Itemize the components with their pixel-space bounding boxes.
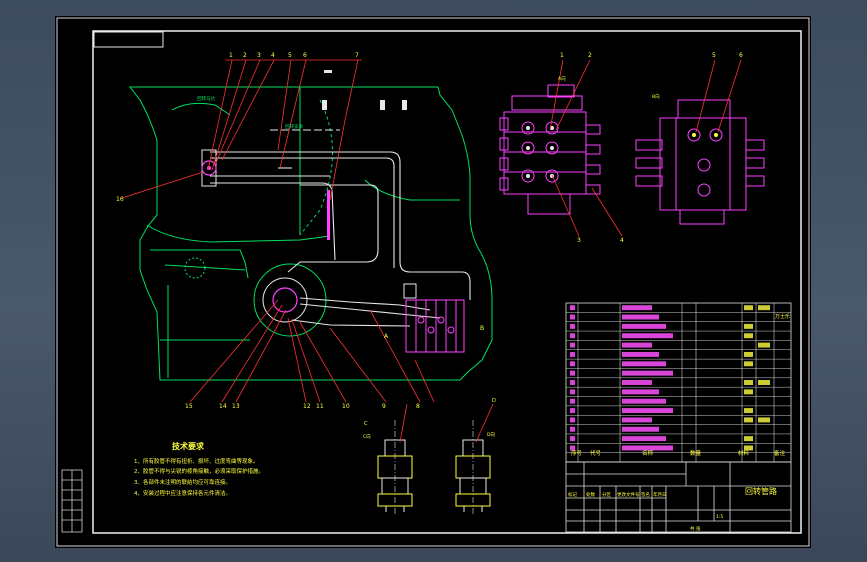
callout-number: 2 <box>243 52 247 59</box>
view-label: A向 <box>558 75 566 82</box>
callout-number: 5 <box>712 52 716 59</box>
drawing-name: 回转管路 <box>745 486 777 496</box>
sign-label: 更改文件号 <box>617 491 640 498</box>
bom-side-note: 万士乐 <box>775 313 790 320</box>
sheet-info: 共 张 <box>690 525 701 532</box>
callout-number: 16 <box>116 196 124 203</box>
callout-number: 3 <box>577 237 581 244</box>
callout-number: 15 <box>185 403 193 410</box>
callout-number: 12 <box>303 403 311 410</box>
callout-number: 5 <box>288 52 292 59</box>
bom-header: 代号 <box>590 449 602 457</box>
bom-header: 序号 <box>571 449 583 457</box>
callout-number: 2 <box>588 52 592 59</box>
callout-number: 4 <box>271 52 275 59</box>
bom-header: 名称 <box>642 449 654 457</box>
callout-number: 1 <box>229 52 233 59</box>
callout-number: 4 <box>620 237 624 244</box>
tech-requirement-item: 2、胶管不得与尖锐的棱角接触，必须采取保护措施。 <box>134 467 264 475</box>
section-mark: B <box>480 325 484 332</box>
callout-number: 8 <box>416 403 420 410</box>
sign-label: 标记 <box>568 491 577 498</box>
callout-number: C <box>364 421 368 427</box>
turntable-tag: 回转支承 <box>285 123 303 130</box>
tech-requirement-item: 1、所有胶管不得有扭折、损坏、过度弯曲等现象。 <box>134 457 259 465</box>
callout-number: 9 <box>382 403 386 410</box>
view-label: D向 <box>487 431 495 438</box>
callout-number: 3 <box>257 52 261 59</box>
callout-number: 11 <box>316 403 324 410</box>
tech-requirement-item: 4、安装过程中应注意保持各元件清洁。 <box>134 489 231 497</box>
view-label: B向 <box>652 93 660 100</box>
body-tag: 回转马达 <box>197 95 215 102</box>
callout-number: 10 <box>342 403 350 410</box>
callout-number: 14 <box>219 403 227 410</box>
callout-number: 7 <box>355 52 359 59</box>
callout-number: 1 <box>560 52 564 59</box>
callout-number: D <box>492 398 496 404</box>
view-label: C向 <box>363 433 371 440</box>
tech-requirement-item: 3、各部件未注明的联结均应可靠连接。 <box>134 478 231 486</box>
bom-header: 材料 <box>738 449 750 457</box>
sign-label: 分区 <box>602 491 611 498</box>
scale-value: 1:5 <box>716 514 723 520</box>
cad-drawing-view: 1 2 3 4 5 6 7 16 15 14 13 12 11 10 9 8 A… <box>55 16 811 548</box>
bom-header: 备注 <box>774 449 786 457</box>
sign-label: 处数 <box>586 491 595 498</box>
tech-requirements-title: 技术要求 <box>172 441 205 451</box>
callout-number: 13 <box>232 403 240 410</box>
sign-label: 签名 <box>641 491 650 498</box>
callout-number: 6 <box>303 52 307 59</box>
bom-header: 数量 <box>690 449 702 457</box>
callout-number: 6 <box>739 52 743 59</box>
sign-label: 年月日 <box>653 491 667 498</box>
